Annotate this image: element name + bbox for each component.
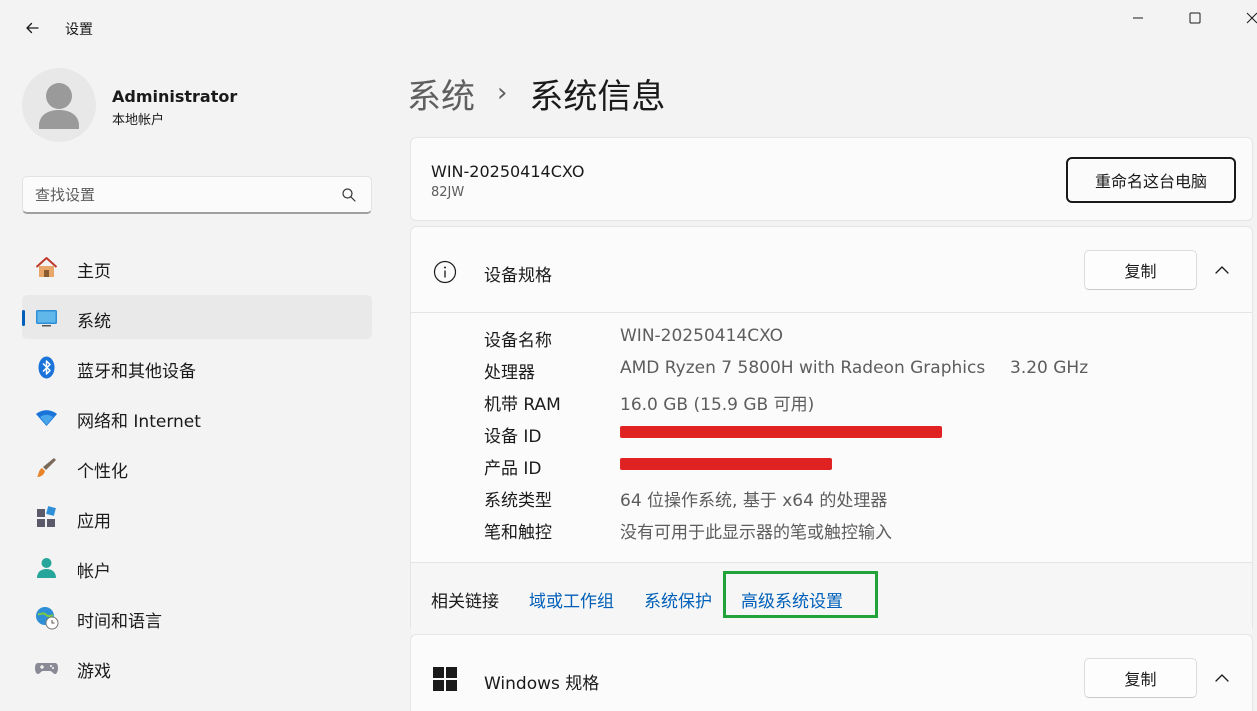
page-title: 系统信息 xyxy=(529,76,666,117)
system-protection-link[interactable]: 系统保护 xyxy=(644,587,712,612)
device-specs-header[interactable]: 设备规格 复制 xyxy=(411,227,1252,313)
sidebar-item-personalization[interactable]: 个性化 xyxy=(22,445,372,489)
spec-row-system-type: 系统类型 64 位操作系统, 基于 x64 的处理器 xyxy=(484,486,1244,514)
sidebar-item-label: 系统 xyxy=(77,312,111,332)
maximize-icon xyxy=(1189,12,1201,24)
spec-label: 设备 ID xyxy=(484,427,542,447)
spec-label: 产品 ID xyxy=(484,459,542,479)
breadcrumb-parent[interactable]: 系统 xyxy=(407,69,475,118)
sidebar-item-label: 个性化 xyxy=(77,462,128,482)
account-type: 本地帐户 xyxy=(112,113,165,128)
spec-row-device-id: 设备 ID xyxy=(484,422,1244,450)
sidebar-item-label: 帐户 xyxy=(77,562,111,582)
account-icon xyxy=(37,558,56,578)
globe-clock-icon xyxy=(36,607,59,630)
windows-specs-header[interactable]: Windows 规格 复制 xyxy=(411,635,1252,711)
sidebar-item-system[interactable]: 系统 xyxy=(22,295,372,339)
home-icon xyxy=(35,257,58,277)
advanced-system-settings-link[interactable]: 高级系统设置 xyxy=(741,587,843,612)
pc-model: 82JW xyxy=(431,185,465,200)
spec-value: 没有可用于此显示器的笔或触控输入 xyxy=(620,523,892,543)
sidebar-item-time-language[interactable]: 时间和语言 xyxy=(22,595,372,639)
pc-name: WIN-20250414CXO xyxy=(431,162,585,181)
related-links-bar: 相关链接 域或工作组 系统保护 高级系统设置 xyxy=(411,562,1252,637)
minimize-button[interactable] xyxy=(1115,4,1161,32)
spec-row-processor: 处理器 AMD Ryzen 7 5800H with Radeon Graphi… xyxy=(484,358,1244,386)
spec-value: WIN-20250414CXO xyxy=(620,326,784,346)
domain-workgroup-link[interactable]: 域或工作组 xyxy=(529,587,614,612)
windows-logo-icon xyxy=(433,667,457,691)
copy-device-specs-button[interactable]: 复制 xyxy=(1084,250,1197,290)
sidebar-item-gaming[interactable]: 游戏 xyxy=(22,645,372,689)
spec-label: 笔和触控 xyxy=(484,523,552,543)
breadcrumb: 系统 › 系统信息 xyxy=(407,68,665,118)
divider xyxy=(411,312,1252,313)
user-icon xyxy=(39,83,79,129)
sidebar-item-label: 游戏 xyxy=(77,662,111,682)
sidebar-item-apps[interactable]: 应用 xyxy=(22,495,372,539)
title-bar: 设置 xyxy=(0,0,1257,56)
back-button[interactable] xyxy=(18,14,46,42)
spec-label: 处理器 xyxy=(484,363,535,383)
spec-value: AMD Ryzen 7 5800H with Radeon Graphics xyxy=(620,358,986,378)
spec-row-device-name: 设备名称 WIN-20250414CXO xyxy=(484,326,1244,354)
sidebar-item-home[interactable]: 主页 xyxy=(22,245,372,289)
maximize-button[interactable] xyxy=(1172,4,1218,32)
wifi-icon xyxy=(36,410,57,426)
avatar[interactable] xyxy=(22,68,96,142)
brush-icon xyxy=(37,458,56,477)
sidebar-item-label: 主页 xyxy=(77,262,111,282)
related-links-label: 相关链接 xyxy=(431,592,499,612)
active-indicator xyxy=(22,310,25,326)
spec-value: 16.0 GB (15.9 GB 可用) xyxy=(620,395,815,415)
profile-name: Administrator xyxy=(112,87,238,106)
sidebar-item-label: 时间和语言 xyxy=(77,612,162,632)
spec-row-pen-touch: 笔和触控 没有可用于此显示器的笔或触控输入 xyxy=(484,518,1244,546)
spec-row-product-id: 产品 ID xyxy=(484,454,1244,482)
close-icon xyxy=(1246,12,1257,24)
search-icon[interactable] xyxy=(341,187,357,203)
app-title: 设置 xyxy=(65,22,93,38)
info-icon xyxy=(433,260,457,284)
search-box[interactable] xyxy=(22,176,372,214)
device-specs-title: 设备规格 xyxy=(484,266,552,286)
apps-icon xyxy=(37,506,56,527)
gamepad-icon xyxy=(35,663,58,674)
spec-label: 机带 RAM xyxy=(484,395,561,415)
breadcrumb-separator: › xyxy=(497,78,508,108)
sidebar-item-label: 网络和 Internet xyxy=(77,412,201,432)
sidebar-item-label: 应用 xyxy=(77,512,111,532)
back-arrow-icon xyxy=(26,22,39,34)
sidebar-item-bluetooth[interactable]: 蓝牙和其他设备 xyxy=(22,345,372,389)
spec-value: 64 位操作系统, 基于 x64 的处理器 xyxy=(620,491,888,511)
sidebar-item-network[interactable]: 网络和 Internet xyxy=(22,395,372,439)
sidebar-item-accounts[interactable]: 帐户 xyxy=(22,545,372,589)
chevron-up-icon[interactable] xyxy=(1211,667,1233,689)
sidebar-item-label: 蓝牙和其他设备 xyxy=(77,362,196,382)
bluetooth-icon xyxy=(38,356,55,379)
system-icon xyxy=(36,310,57,327)
chevron-up-icon[interactable] xyxy=(1211,259,1233,281)
pc-name-card: WIN-20250414CXO 82JW 重命名这台电脑 xyxy=(410,137,1253,221)
windows-specs-card: Windows 规格 复制 xyxy=(410,634,1253,711)
copy-windows-specs-button[interactable]: 复制 xyxy=(1084,658,1197,698)
redaction-mark xyxy=(620,458,832,470)
windows-specs-title: Windows 规格 xyxy=(484,674,600,694)
spec-row-ram: 机带 RAM 16.0 GB (15.9 GB 可用) xyxy=(484,390,1244,418)
spec-label: 系统类型 xyxy=(484,491,552,511)
spec-extra: 3.20 GHz xyxy=(1010,358,1089,378)
spec-label: 设备名称 xyxy=(484,331,552,351)
minimize-icon xyxy=(1133,17,1143,19)
search-input[interactable] xyxy=(35,185,335,205)
rename-pc-button[interactable]: 重命名这台电脑 xyxy=(1066,157,1236,203)
close-button[interactable] xyxy=(1229,4,1257,32)
device-specs-card: 设备规格 复制 设备名称 WIN-20250414CXO 处理器 AMD Ryz… xyxy=(410,226,1253,637)
redaction-mark xyxy=(620,426,942,438)
